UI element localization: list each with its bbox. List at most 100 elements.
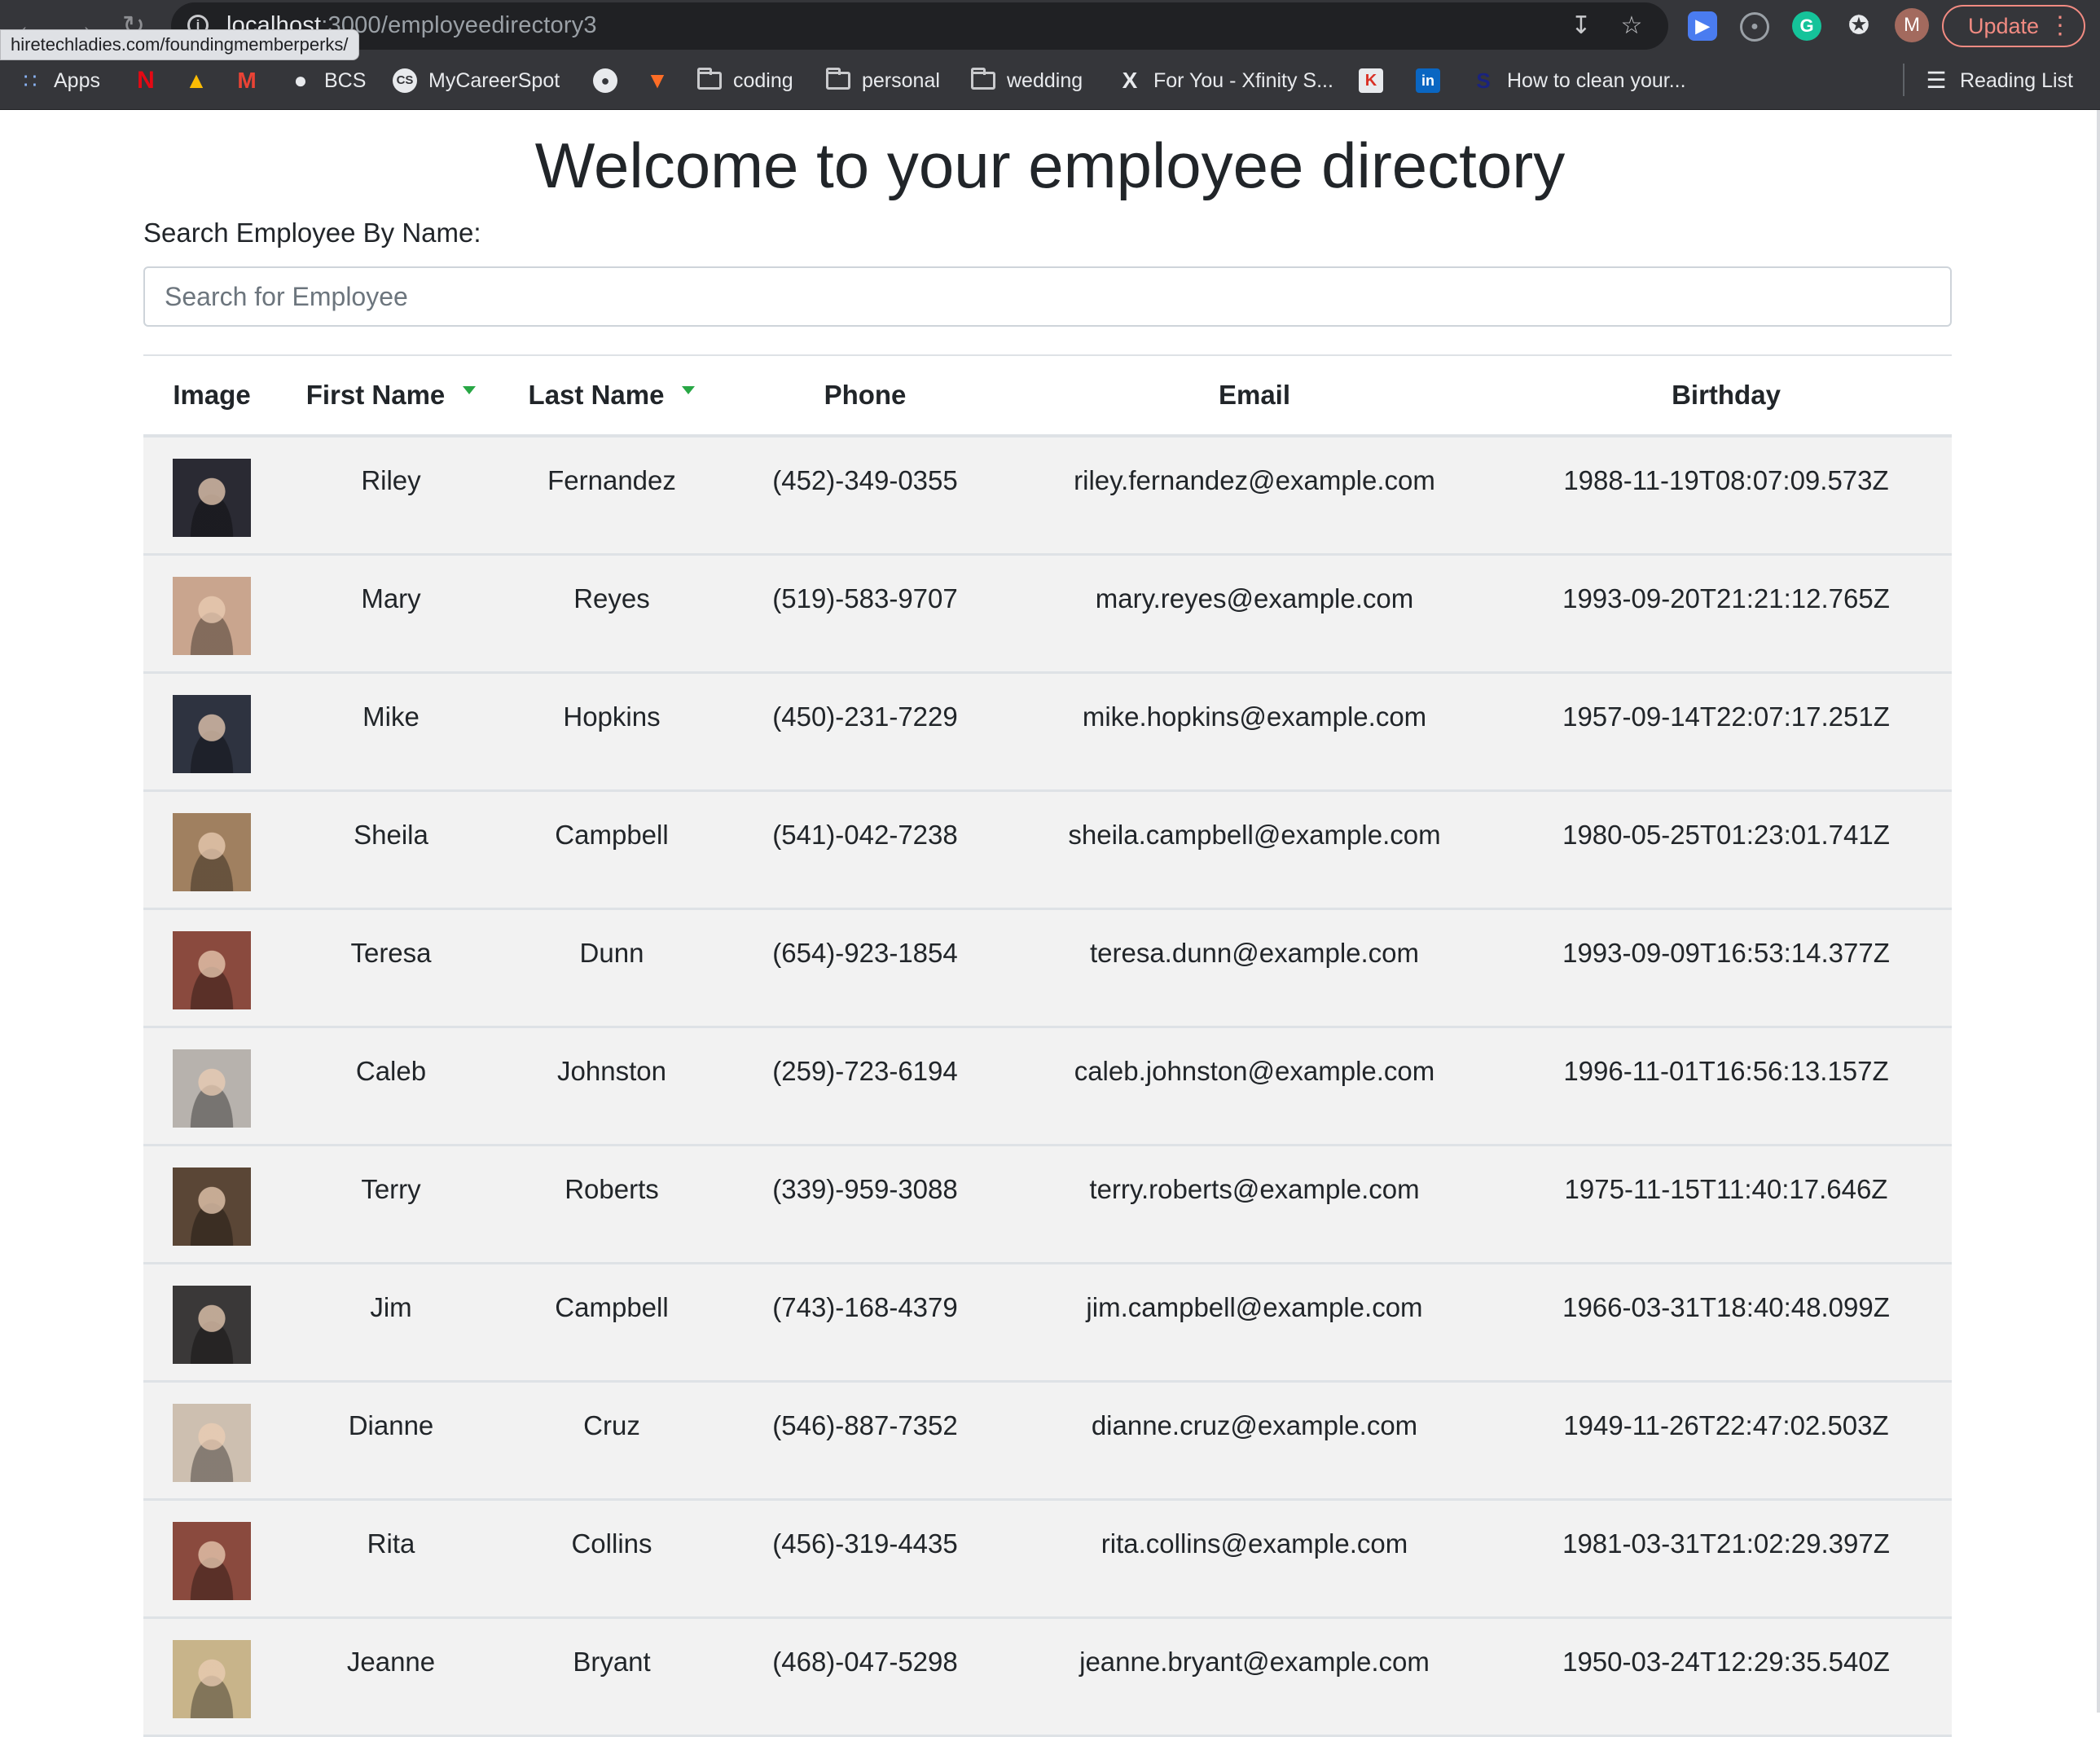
more-menu-icon[interactable]: ⋮ xyxy=(2048,7,2072,46)
page-viewport: Welcome to your employee directory Searc… xyxy=(0,110,2100,1735)
folder-icon xyxy=(826,68,850,90)
gitlab-icon: ▼ xyxy=(646,68,669,93)
cell-email: dianne.cruz@example.com xyxy=(1091,1409,1418,1440)
bookmark-gitlab[interactable]: ▼ xyxy=(645,52,681,109)
employee-photo xyxy=(173,1521,251,1600)
table-row: Rita Collins (456)-319-4435 rita.collins@ex… xyxy=(143,1499,1952,1617)
column-header-phone: Phone xyxy=(824,380,907,410)
cell-first-name: Jim xyxy=(370,1291,412,1322)
cell-email: jim.campbell@example.com xyxy=(1086,1291,1423,1322)
extensions-puzzle-icon[interactable]: ✪ xyxy=(1844,11,1874,41)
table-row: Mike Hopkins (450)-231-7229 mike.hopkins@ex… xyxy=(143,672,1952,790)
install-app-icon[interactable]: ↧ xyxy=(1567,12,1595,40)
cell-first-name: Rita xyxy=(367,1528,415,1559)
sort-caret-down-icon[interactable] xyxy=(682,386,696,395)
employee-photo xyxy=(173,812,251,891)
table-row: Dianne Cruz (546)-887-7352 dianne.cruz@exam… xyxy=(143,1381,1952,1499)
address-bar[interactable]: i localhost:3000/employeedirectory3 ↧ ☆ xyxy=(171,2,1668,50)
employee-photo xyxy=(173,459,251,537)
bookmark-folder-coding[interactable]: coding xyxy=(697,52,793,109)
zoom-extension-icon[interactable]: ▶ xyxy=(1688,11,1717,41)
cell-first-name: Jeanne xyxy=(346,1646,436,1677)
bookmark-linkedin[interactable]: in xyxy=(1416,52,1452,109)
employee-photo xyxy=(173,1639,251,1718)
bookmark-gmail[interactable]: M xyxy=(235,52,270,109)
cell-phone: (450)-231-7229 xyxy=(772,701,958,732)
bookmark-mycareerspot[interactable]: CS MyCareerSpot xyxy=(393,52,560,109)
folder-icon xyxy=(971,68,995,90)
employee-photo xyxy=(173,930,251,1009)
reading-list-button[interactable]: ☰ Reading List xyxy=(1924,52,2073,109)
bookmark-netflix[interactable]: N xyxy=(134,52,169,109)
cell-phone: (546)-887-7352 xyxy=(772,1409,958,1440)
cell-phone: (468)-047-5298 xyxy=(772,1646,958,1677)
bookmark-apps[interactable]: ∷ Apps xyxy=(18,52,100,109)
table-body: Riley Fernandez (452)-349-0355 riley.fernan… xyxy=(143,436,1952,1735)
employee-photo xyxy=(173,1285,251,1364)
cell-first-name: Sheila xyxy=(354,819,428,850)
cell-first-name: Teresa xyxy=(350,937,432,968)
column-header-first-name[interactable]: First Name xyxy=(280,355,502,436)
bookmark-label: personal xyxy=(862,68,940,92)
table-row: Sheila Campbell (541)-042-7238 sheila.campb… xyxy=(143,790,1952,908)
cell-image xyxy=(143,1381,280,1499)
bookmarks-separator xyxy=(1903,64,1904,96)
cell-birthday: 1993-09-20T21:21:12.765Z xyxy=(1562,583,1890,613)
search-input[interactable] xyxy=(143,266,1952,327)
extension-circle-icon[interactable]: ● xyxy=(1740,12,1769,42)
careerspot-icon: CS xyxy=(393,68,417,93)
update-button[interactable]: Update ⋮ xyxy=(1942,5,2085,47)
cell-last-name: Roberts xyxy=(565,1173,659,1204)
bookmark-google-drive[interactable]: ▲ xyxy=(184,52,220,109)
cell-birthday: 1957-09-14T22:07:17.251Z xyxy=(1562,701,1890,732)
grammarly-icon[interactable]: G xyxy=(1792,11,1821,41)
bookmark-folder-personal[interactable]: personal xyxy=(826,52,940,109)
page-title: Welcome to your employee directory xyxy=(534,130,1566,201)
cell-phone: (339)-959-3088 xyxy=(772,1173,958,1204)
cell-birthday: 1996-11-01T16:56:13.157Z xyxy=(1563,1055,1889,1086)
cell-phone: (452)-349-0355 xyxy=(772,465,958,495)
table-row: Caleb Johnston (259)-723-6194 caleb.johnsto… xyxy=(143,1027,1952,1145)
bookmark-label: How to clean your... xyxy=(1507,68,1686,92)
cell-phone: (456)-319-4435 xyxy=(772,1528,958,1559)
bookmark-star-icon[interactable]: ☆ xyxy=(1618,12,1645,40)
cell-image xyxy=(143,1617,280,1735)
cell-last-name: Bryant xyxy=(573,1646,651,1677)
table-header: Image First Name Last Name Phone Email B… xyxy=(143,355,1952,436)
xfinity-icon: X xyxy=(1122,68,1138,93)
cell-last-name: Campbell xyxy=(555,819,669,850)
gmail-icon: M xyxy=(237,68,257,93)
bookmark-github[interactable]: ● xyxy=(593,52,629,109)
cell-email: jeanne.bryant@example.com xyxy=(1079,1646,1430,1677)
cell-image xyxy=(143,672,280,790)
cell-image xyxy=(143,436,280,554)
google-drive-icon: ▲ xyxy=(185,68,208,93)
bookmark-xfinity[interactable]: X For You - Xfinity S... xyxy=(1118,52,1333,109)
cell-phone: (743)-168-4379 xyxy=(772,1291,958,1322)
cell-email: teresa.dunn@example.com xyxy=(1089,937,1420,968)
cell-image xyxy=(143,554,280,672)
column-header-last-name[interactable]: Last Name xyxy=(502,355,722,436)
cell-first-name: Mike xyxy=(362,701,420,732)
cell-birthday: 1993-09-09T16:53:14.377Z xyxy=(1562,937,1890,968)
cell-last-name: Reyes xyxy=(573,583,650,613)
employee-table: Image First Name Last Name Phone Email B… xyxy=(143,354,1952,1737)
cell-birthday: 1975-11-15T11:40:17.646Z xyxy=(1564,1173,1888,1204)
window-edge xyxy=(2097,110,2100,1713)
bookmark-bcs[interactable]: ● BCS xyxy=(288,52,367,109)
column-header-email: Email xyxy=(1218,380,1291,410)
bookmark-app[interactable]: K xyxy=(1359,52,1395,109)
employee-photo xyxy=(173,1049,251,1128)
cell-first-name: Mary xyxy=(361,583,421,613)
profile-avatar[interactable]: M xyxy=(1895,8,1929,42)
table-row: Riley Fernandez (452)-349-0355 riley.fernan… xyxy=(143,436,1952,554)
table-row: Terry Roberts (339)-959-3088 terry.roberts@… xyxy=(143,1145,1952,1263)
bookmark-folder-wedding[interactable]: wedding xyxy=(971,52,1083,109)
bookmark-how-to-clean[interactable]: S How to clean your... xyxy=(1471,52,1686,109)
cell-birthday: 1949-11-26T22:47:02.503Z xyxy=(1563,1409,1889,1440)
bookmark-label: coding xyxy=(733,68,793,92)
sort-caret-down-icon[interactable] xyxy=(463,386,477,395)
cell-phone: (259)-723-6194 xyxy=(772,1055,958,1086)
column-header-label: First Name xyxy=(305,380,446,410)
employee-photo xyxy=(173,1167,251,1246)
